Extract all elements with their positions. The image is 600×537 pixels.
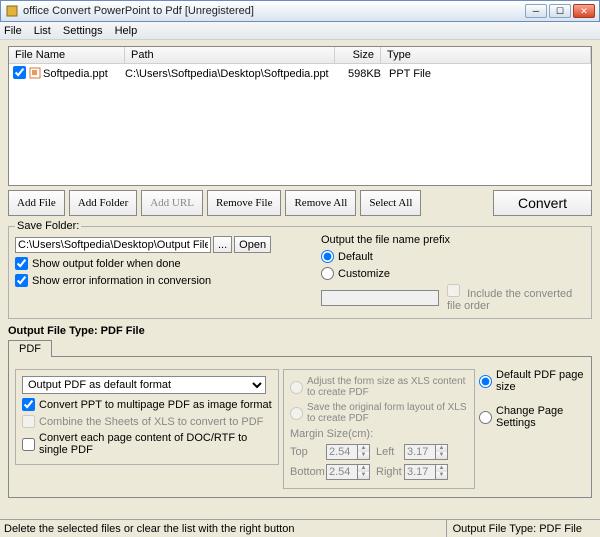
menubar: File List Settings Help — [0, 22, 600, 40]
adjust-xls-radio — [290, 381, 303, 394]
margin-top-spin: ▲▼ — [326, 444, 370, 460]
margin-right-label: Right — [376, 466, 404, 478]
margin-bottom-spin: ▲▼ — [326, 464, 370, 480]
include-order-label: Include the converted file order — [447, 288, 572, 312]
show-error-label: Show error information in conversion — [32, 275, 211, 287]
prefix-customize-radio[interactable] — [321, 267, 334, 280]
row-path: C:\Users\Softpedia\Desktop\Softpedia.ppt — [125, 68, 335, 80]
combine-xls-checkbox — [22, 415, 35, 428]
pdf-options-group: Output PDF as default format Convert PPT… — [15, 369, 279, 465]
open-button[interactable]: Open — [234, 236, 271, 253]
menu-settings[interactable]: Settings — [63, 25, 103, 37]
add-url-button[interactable]: Add URL — [141, 190, 203, 216]
menu-file[interactable]: File — [4, 25, 22, 37]
add-file-button[interactable]: Add File — [8, 190, 65, 216]
default-page-label: Default PDF page size — [496, 369, 585, 393]
window-title: office Convert PowerPoint to Pdf [Unregi… — [23, 5, 523, 17]
output-type-title: Output File Type: PDF File — [8, 325, 592, 337]
col-filename[interactable]: File Name — [9, 47, 125, 63]
convert-doc-label: Convert each page content of DOC/RTF to … — [39, 432, 272, 456]
show-error-checkbox[interactable] — [15, 274, 28, 287]
convert-doc-checkbox[interactable] — [22, 438, 35, 451]
row-filename: Softpedia.ppt — [43, 68, 125, 80]
margin-label: Margin Size(cm): — [290, 428, 468, 440]
add-folder-button[interactable]: Add Folder — [69, 190, 137, 216]
margin-bottom-label: Bottom — [290, 466, 326, 478]
save-layout-radio — [290, 407, 303, 420]
file-list-header: File Name Path Size Type — [9, 47, 591, 64]
adjust-xls-label: Adjust the form size as XLS content to c… — [307, 376, 468, 398]
row-size: 598KB — [335, 68, 381, 80]
include-order-checkbox — [447, 284, 460, 297]
prefix-default-label: Default — [338, 251, 373, 263]
menu-list[interactable]: List — [34, 25, 51, 37]
app-icon — [5, 4, 19, 18]
tab-body: Output PDF as default format Convert PPT… — [8, 357, 592, 498]
save-path-input[interactable] — [15, 237, 211, 253]
change-page-radio[interactable] — [479, 411, 492, 424]
ppt-icon — [29, 67, 43, 82]
statusbar: Delete the selected files or clear the l… — [0, 519, 600, 537]
save-layout-label: Save the original form layout of XLS to … — [307, 402, 468, 424]
select-all-button[interactable]: Select All — [360, 190, 421, 216]
prefix-customize-label: Customize — [338, 268, 390, 280]
margin-left-label: Left — [376, 446, 404, 458]
convert-ppt-label: Convert PPT to multipage PDF as image fo… — [39, 399, 272, 411]
show-folder-label: Show output folder when done — [32, 258, 181, 270]
margin-right-spin: ▲▼ — [404, 464, 448, 480]
col-type[interactable]: Type — [381, 47, 591, 63]
status-left: Delete the selected files or clear the l… — [0, 523, 446, 535]
col-path[interactable]: Path — [125, 47, 335, 63]
prefix-title: Output the file name prefix — [321, 234, 585, 246]
convert-ppt-checkbox[interactable] — [22, 398, 35, 411]
table-row[interactable]: Softpedia.ppt C:\Users\Softpedia\Desktop… — [9, 64, 591, 84]
prefix-custom-input — [321, 290, 439, 306]
close-button[interactable]: ✕ — [573, 4, 595, 18]
browse-button[interactable]: ... — [213, 236, 232, 253]
save-folder-legend: Save Folder: — [15, 220, 81, 232]
tab-pdf[interactable]: PDF — [8, 340, 52, 357]
remove-all-button[interactable]: Remove All — [285, 190, 356, 216]
margin-left-spin: ▲▼ — [404, 444, 448, 460]
minimize-button[interactable]: ─ — [525, 4, 547, 18]
xls-layout-group: Adjust the form size as XLS content to c… — [283, 369, 475, 489]
margin-top-label: Top — [290, 446, 326, 458]
row-type: PPT File — [381, 68, 591, 80]
titlebar: office Convert PowerPoint to Pdf [Unregi… — [0, 0, 600, 22]
status-right: Output File Type: PDF File — [446, 520, 600, 537]
tab-bar: PDF — [8, 339, 592, 357]
remove-file-button[interactable]: Remove File — [207, 190, 282, 216]
output-format-select[interactable]: Output PDF as default format — [22, 376, 266, 394]
menu-help[interactable]: Help — [115, 25, 138, 37]
save-folder-group: Save Folder: ... Open Show output folder… — [8, 220, 592, 319]
change-page-label: Change Page Settings — [496, 405, 585, 429]
col-size[interactable]: Size — [335, 47, 381, 63]
prefix-default-radio[interactable] — [321, 250, 334, 263]
show-folder-checkbox[interactable] — [15, 257, 28, 270]
file-list[interactable]: File Name Path Size Type Softpedia.ppt C… — [8, 46, 592, 186]
row-checkbox[interactable] — [13, 66, 26, 79]
combine-xls-label: Combine the Sheets of XLS to convert to … — [39, 416, 263, 428]
convert-button[interactable]: Convert — [493, 190, 592, 216]
default-page-radio[interactable] — [479, 375, 492, 388]
maximize-button[interactable]: ☐ — [549, 4, 571, 18]
